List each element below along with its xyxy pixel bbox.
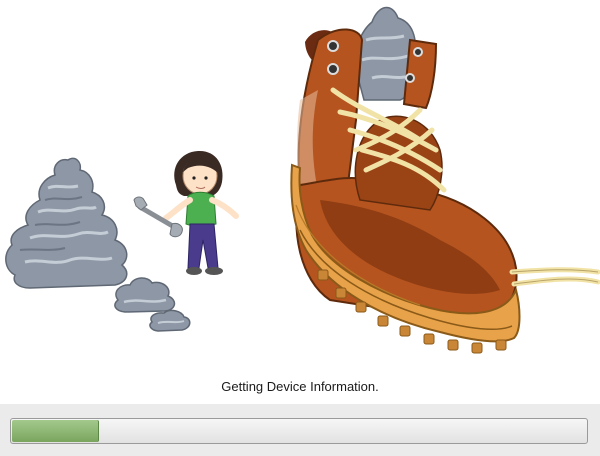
rock-pile-left (5, 157, 128, 289)
progress-area (0, 404, 600, 456)
boot (290, 6, 600, 354)
boot-illustration (0, 0, 600, 372)
small-rock-2 (149, 309, 191, 332)
small-rock-1 (114, 277, 176, 313)
girl-figure (133, 150, 239, 275)
status-message: Getting Device Information. (221, 379, 379, 394)
progress-bar-fill (12, 420, 99, 442)
progress-bar (10, 418, 588, 444)
